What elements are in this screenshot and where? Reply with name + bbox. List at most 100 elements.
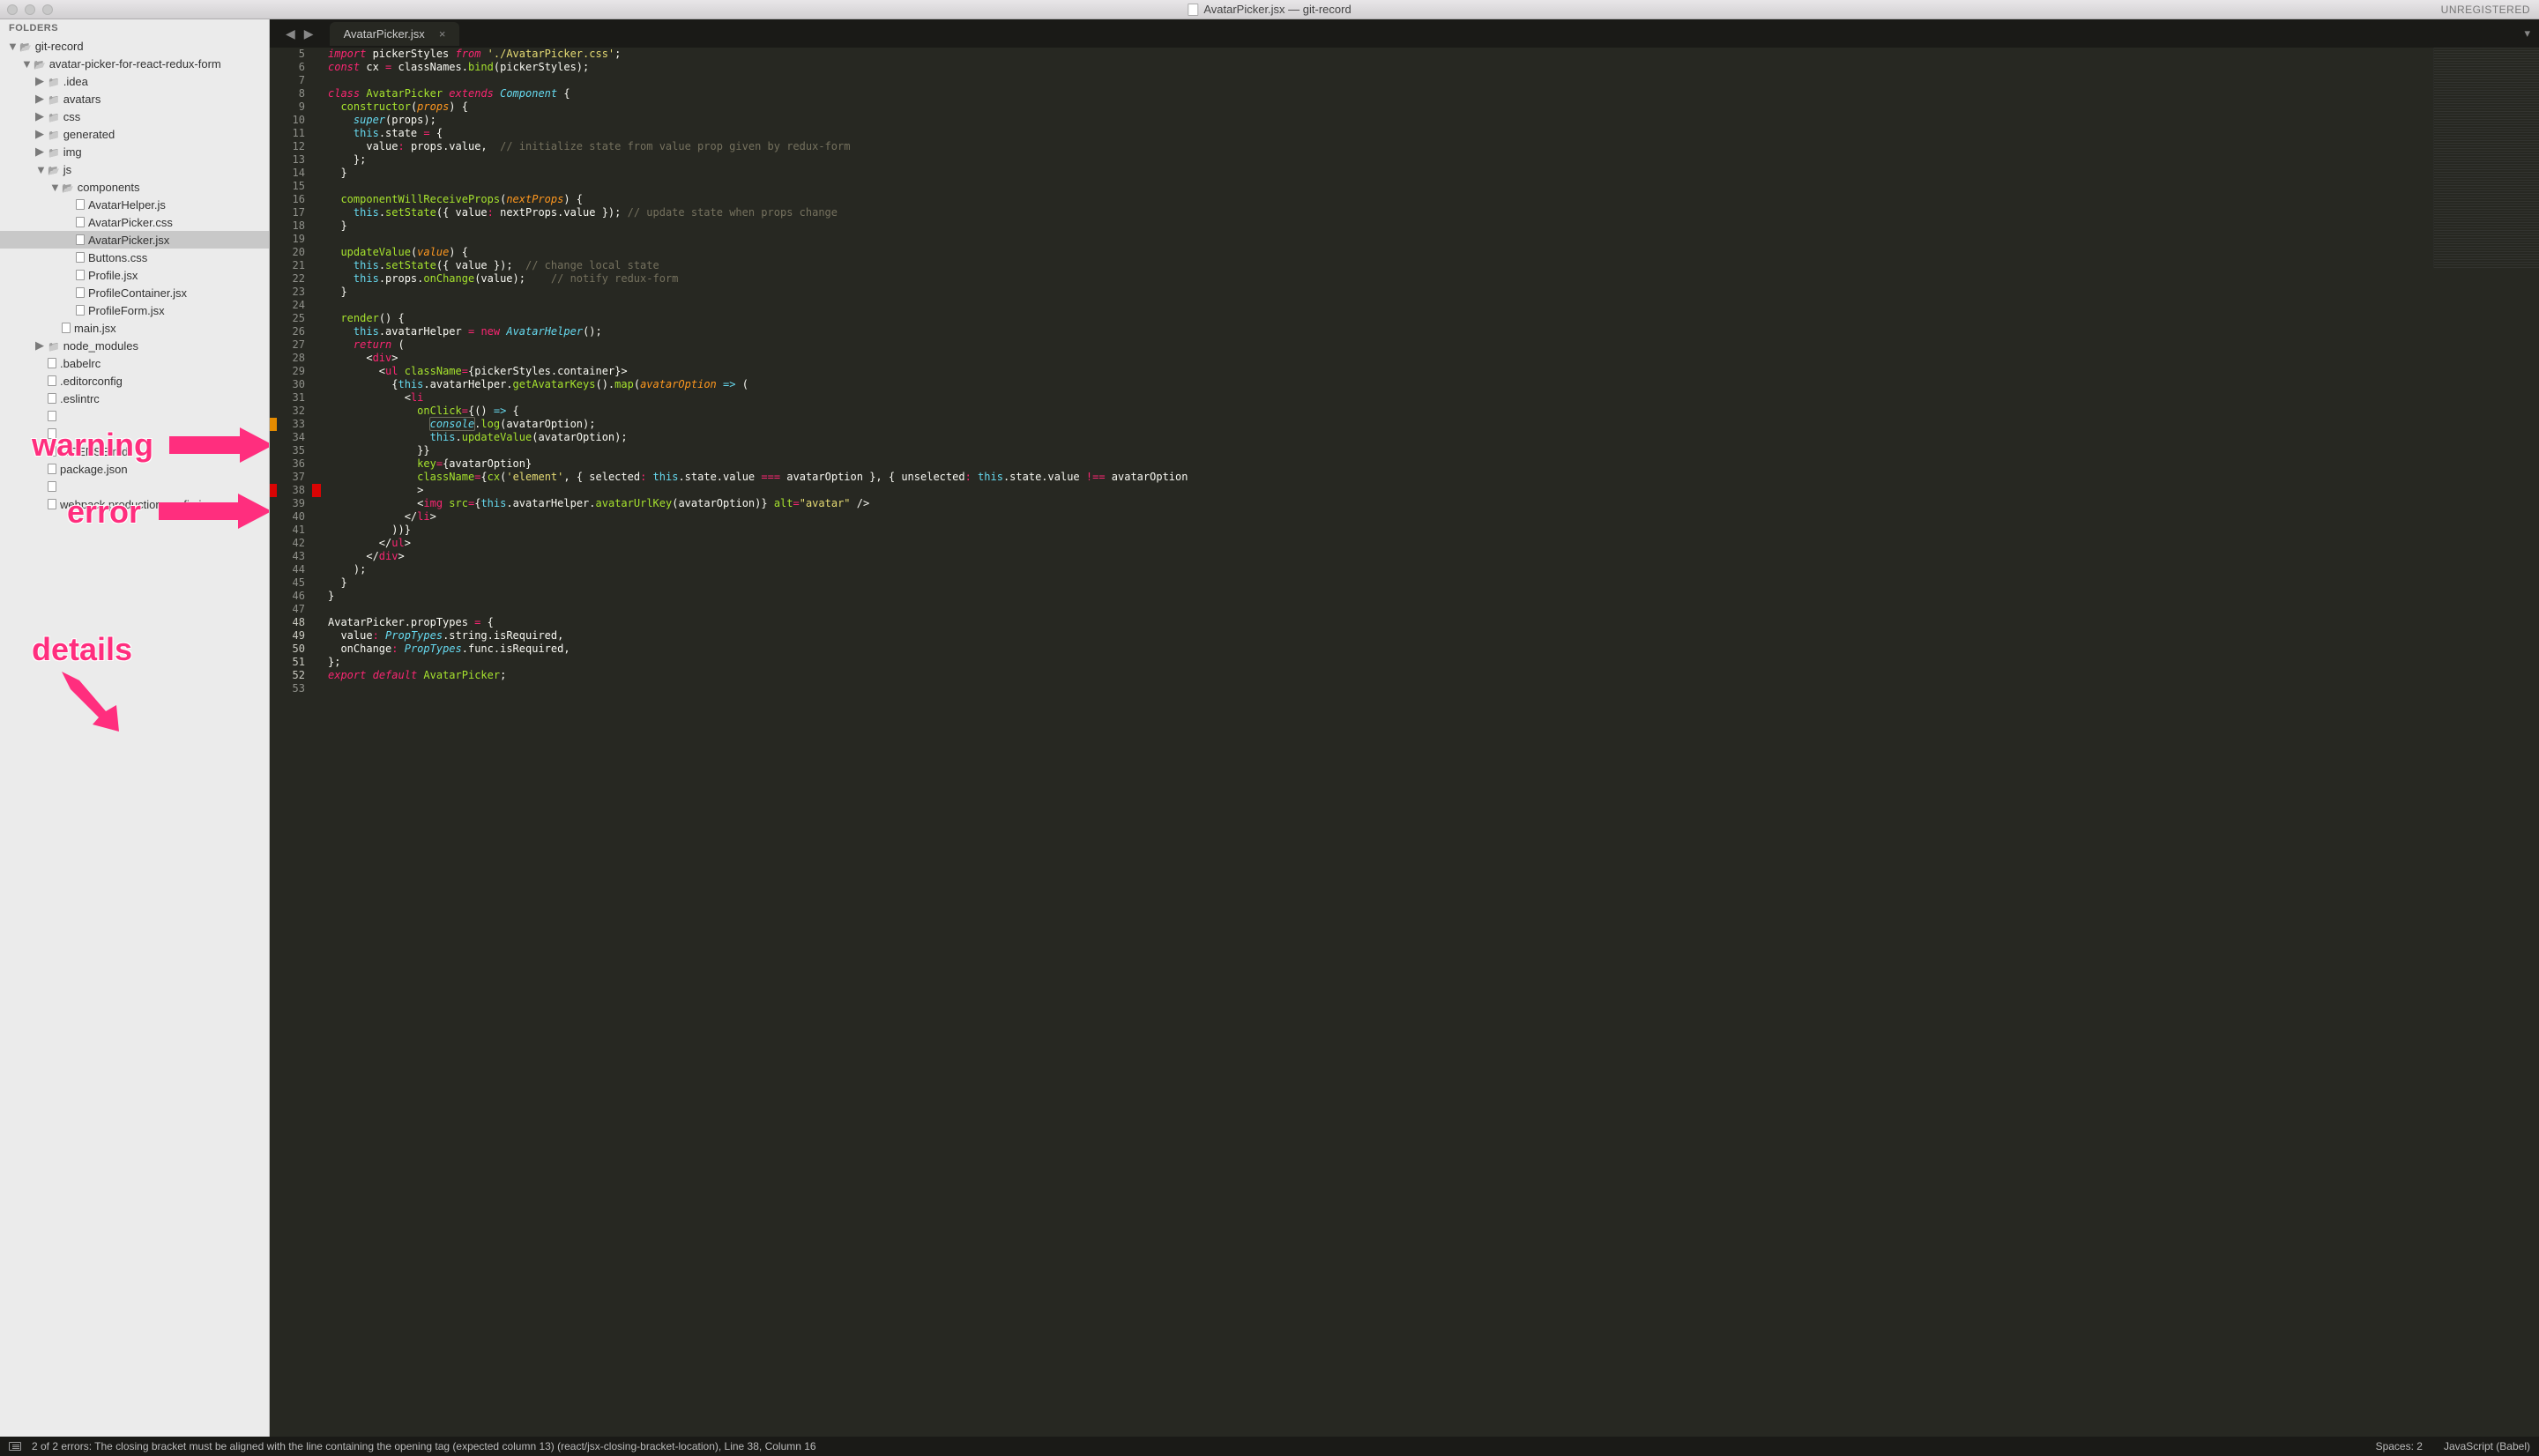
tree-item[interactable] <box>0 407 269 425</box>
tab-overflow-icon[interactable]: ▾ <box>2515 26 2539 41</box>
tree-item[interactable]: webpack.production.config.js <box>0 495 269 513</box>
tree-item-label: AvatarPicker.jsx <box>88 234 169 247</box>
tree-item[interactable]: LICENSE.md <box>0 442 269 460</box>
code-area[interactable]: import pickerStyles from './AvatarPicker… <box>321 48 2539 1437</box>
sidebar-header: FOLDERS <box>0 19 269 37</box>
window-title: AvatarPicker.jsx — git-record <box>1188 3 1351 16</box>
close-tab-icon[interactable]: × <box>439 27 446 41</box>
nav-forward-icon[interactable]: ▶ <box>304 26 314 41</box>
tree-item[interactable] <box>0 425 269 442</box>
file-icon <box>76 270 85 280</box>
minimap[interactable] <box>2433 48 2539 268</box>
file-icon <box>62 323 71 333</box>
file-icon <box>1188 4 1198 16</box>
line-mark-gutter <box>312 48 321 1437</box>
tree-item[interactable]: ▶.idea <box>0 72 269 90</box>
file-icon <box>48 499 56 509</box>
arrow-icon <box>53 672 132 733</box>
lint-gutter <box>270 48 277 1437</box>
twisty-closed-icon[interactable]: ▶ <box>35 74 44 88</box>
tree-item[interactable]: .babelrc <box>0 354 269 372</box>
tree-item[interactable]: Profile.jsx <box>0 266 269 284</box>
folder-open-icon <box>48 163 60 176</box>
tree-item[interactable]: ▶avatars <box>0 90 269 108</box>
twisty-closed-icon[interactable]: ▶ <box>35 338 44 353</box>
close-window-icon[interactable] <box>7 4 18 15</box>
folder-open-icon <box>19 40 32 53</box>
tree-item[interactable]: ▼ js <box>0 160 269 178</box>
file-icon <box>76 305 85 316</box>
tree-item-label: AvatarHelper.js <box>88 198 166 212</box>
annotation-details: details <box>32 631 132 668</box>
folder-tree[interactable]: ▼ git-record ▼ avatar-picker-for-react-redu… <box>0 37 269 513</box>
tree-item[interactable] <box>0 478 269 495</box>
tree-item[interactable]: package.json <box>0 460 269 478</box>
tab-history-nav: ◀ ▶ <box>277 26 323 41</box>
tree-item[interactable]: ▼ components <box>0 178 269 196</box>
twisty-open-icon[interactable]: ▼ <box>35 163 44 176</box>
file-icon <box>76 234 85 245</box>
syntax-setting[interactable]: JavaScript (Babel) <box>2444 1440 2530 1452</box>
zoom-window-icon[interactable] <box>42 4 53 15</box>
tree-item-label: git-record <box>35 40 84 53</box>
twisty-closed-icon[interactable]: ▶ <box>35 109 44 123</box>
line-number-gutter: 5678910111213141516171819202122232425262… <box>277 48 312 1437</box>
tree-item[interactable]: .editorconfig <box>0 372 269 390</box>
editor: ◀ ▶ AvatarPicker.jsx × ▾ 567891011121314… <box>270 19 2539 1437</box>
tree-item[interactable]: AvatarPicker.jsx <box>0 231 269 249</box>
twisty-open-icon[interactable]: ▼ <box>7 40 16 53</box>
tree-item[interactable]: ▼ avatar-picker-for-react-redux-form <box>0 55 269 72</box>
twisty-closed-icon[interactable]: ▶ <box>35 92 44 106</box>
panel-toggle-icon[interactable] <box>9 1442 21 1451</box>
folder-icon <box>48 110 60 123</box>
folder-icon <box>48 93 60 106</box>
file-icon <box>48 411 56 421</box>
tree-item[interactable]: AvatarPicker.css <box>0 213 269 231</box>
tree-item[interactable]: Buttons.css <box>0 249 269 266</box>
folder-icon <box>48 339 60 353</box>
tree-item[interactable]: ▶css <box>0 108 269 125</box>
twisty-closed-icon[interactable]: ▶ <box>35 127 44 141</box>
tree-item-label: components <box>78 181 140 194</box>
minimize-window-icon[interactable] <box>25 4 35 15</box>
status-message[interactable]: 2 of 2 errors: The closing bracket must … <box>32 1440 816 1452</box>
tree-item-label: Buttons.css <box>88 251 147 264</box>
twisty-open-icon[interactable]: ▼ <box>21 57 30 71</box>
folder-open-icon <box>34 57 46 71</box>
tree-item-label: generated <box>63 128 115 141</box>
tree-item-label: .babelrc <box>60 357 101 370</box>
tab-label: AvatarPicker.jsx <box>344 27 425 41</box>
tree-item[interactable]: ▶ generated <box>0 125 269 143</box>
tab-avatarpicker[interactable]: AvatarPicker.jsx × <box>330 22 460 46</box>
file-icon <box>48 393 56 404</box>
file-icon <box>48 428 56 439</box>
tree-item[interactable]: .eslintrc <box>0 390 269 407</box>
window-title-text: AvatarPicker.jsx — git-record <box>1203 3 1351 16</box>
tree-item-label: .eslintrc <box>60 392 100 405</box>
tree-item[interactable]: ProfileContainer.jsx <box>0 284 269 301</box>
tree-item[interactable]: ▶ img <box>0 143 269 160</box>
tree-item[interactable]: AvatarHelper.js <box>0 196 269 213</box>
indent-setting[interactable]: Spaces: 2 <box>2376 1440 2423 1452</box>
tree-item[interactable]: main.jsx <box>0 319 269 337</box>
nav-back-icon[interactable]: ◀ <box>286 26 295 41</box>
tabbar: ◀ ▶ AvatarPicker.jsx × ▾ <box>270 19 2539 48</box>
tree-item-label: js <box>63 163 71 176</box>
twisty-closed-icon[interactable]: ▶ <box>35 145 44 159</box>
tree-item[interactable]: ▼ git-record <box>0 37 269 55</box>
tree-item-label: LICENSE.md <box>60 445 128 458</box>
tree-item-label: img <box>63 145 82 159</box>
file-icon <box>48 375 56 386</box>
tree-item-label: main.jsx <box>74 322 116 335</box>
tree-item-label: webpack.production.config.js <box>60 498 207 511</box>
tree-item[interactable]: ProfileForm.jsx <box>0 301 269 319</box>
folder-icon <box>48 128 60 141</box>
sidebar: FOLDERS ▼ git-record ▼ avatar-picker-for-re… <box>0 19 270 1437</box>
file-icon <box>76 287 85 298</box>
tree-item[interactable]: ▶node_modules <box>0 337 269 354</box>
file-icon <box>76 217 85 227</box>
tree-item-label: AvatarPicker.css <box>88 216 173 229</box>
tree-item-label: avatar-picker-for-react-redux-form <box>49 57 221 71</box>
traffic-lights[interactable] <box>7 4 53 15</box>
twisty-open-icon[interactable]: ▼ <box>49 181 58 194</box>
